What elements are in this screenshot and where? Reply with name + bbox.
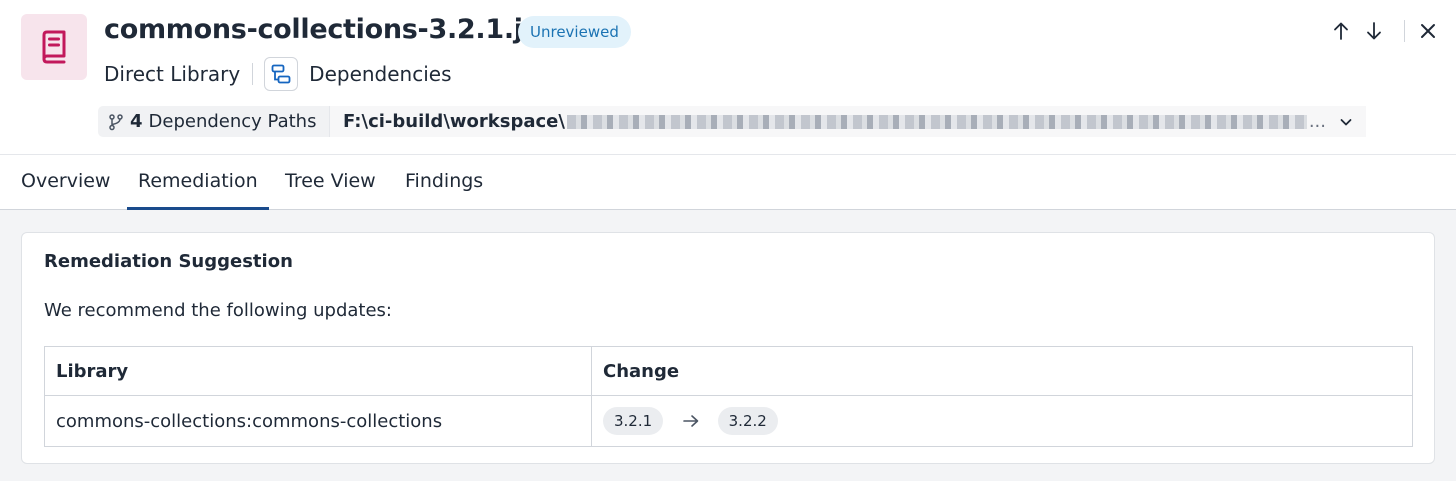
path-ellipsis: ...	[1308, 111, 1326, 132]
previous-item-button[interactable]	[1328, 18, 1354, 44]
close-icon	[1421, 24, 1435, 38]
dependency-paths-number: 4	[130, 111, 143, 132]
remediation-intro: We recommend the following updates:	[44, 300, 392, 321]
library-detail-header: commons-collections-3.2.1.jar Unreviewed…	[0, 0, 1456, 155]
remediation-title: Remediation Suggestion	[44, 251, 293, 272]
change-cell: 3.2.1 3.2.2	[591, 395, 1413, 447]
status-badge[interactable]: Unreviewed	[518, 16, 631, 48]
book-icon	[42, 30, 66, 64]
dependencies-label[interactable]: Dependencies	[309, 62, 451, 86]
close-panel-button[interactable]	[1415, 18, 1441, 44]
next-item-button[interactable]	[1361, 18, 1387, 44]
dependency-paths-bar[interactable]: 4 Dependency Paths F:\ci-build\workspace…	[98, 106, 1366, 137]
library-icon-tile	[21, 14, 87, 80]
header-action-divider	[1404, 20, 1405, 42]
library-subtitle-row: Direct Library Dependencies	[104, 56, 452, 92]
dependencies-icon-button[interactable]	[264, 57, 299, 91]
target-version-chip: 3.2.2	[717, 407, 778, 435]
current-version-chip: 3.2.1	[603, 407, 664, 435]
remediation-card: Remediation Suggestion We recommend the …	[21, 232, 1435, 464]
column-header-change: Change	[591, 346, 1413, 396]
redacted-path-segment	[566, 114, 1307, 129]
column-header-library: Library	[44, 346, 592, 396]
git-branch-icon	[109, 113, 123, 130]
library-type-label: Direct Library	[104, 62, 241, 86]
arrow-up-icon	[1334, 22, 1348, 40]
library-cell: commons-collections:commons-collections	[44, 395, 592, 447]
library-title: commons-collections-3.2.1.jar	[104, 14, 554, 45]
tab-findings[interactable]: Findings	[405, 155, 483, 210]
dependency-path-value[interactable]: F:\ci-build\workspace\ ...	[329, 106, 1326, 137]
subtitle-divider	[252, 63, 254, 85]
tab-tree-view[interactable]: Tree View	[285, 155, 376, 210]
tab-remediation[interactable]: Remediation	[127, 155, 269, 210]
dependencies-icon	[271, 64, 291, 84]
table-row: commons-collections:commons-collections …	[44, 395, 1413, 447]
detail-tabs: Overview Remediation Tree View Findings	[0, 155, 1456, 210]
arrow-right-icon	[683, 415, 699, 427]
dependency-paths-label: Dependency Paths	[148, 111, 317, 132]
path-prefix: F:\ci-build\workspace\	[343, 111, 565, 132]
arrow-down-icon	[1367, 22, 1381, 40]
tab-overview[interactable]: Overview	[21, 155, 110, 210]
table-header-row: Library Change	[44, 346, 1413, 396]
chevron-down-icon	[1340, 118, 1352, 125]
dependency-paths-count[interactable]: 4 Dependency Paths	[98, 106, 329, 137]
paths-dropdown-toggle[interactable]	[1326, 106, 1366, 137]
remediation-table: Library Change commons-collections:commo…	[44, 346, 1413, 447]
